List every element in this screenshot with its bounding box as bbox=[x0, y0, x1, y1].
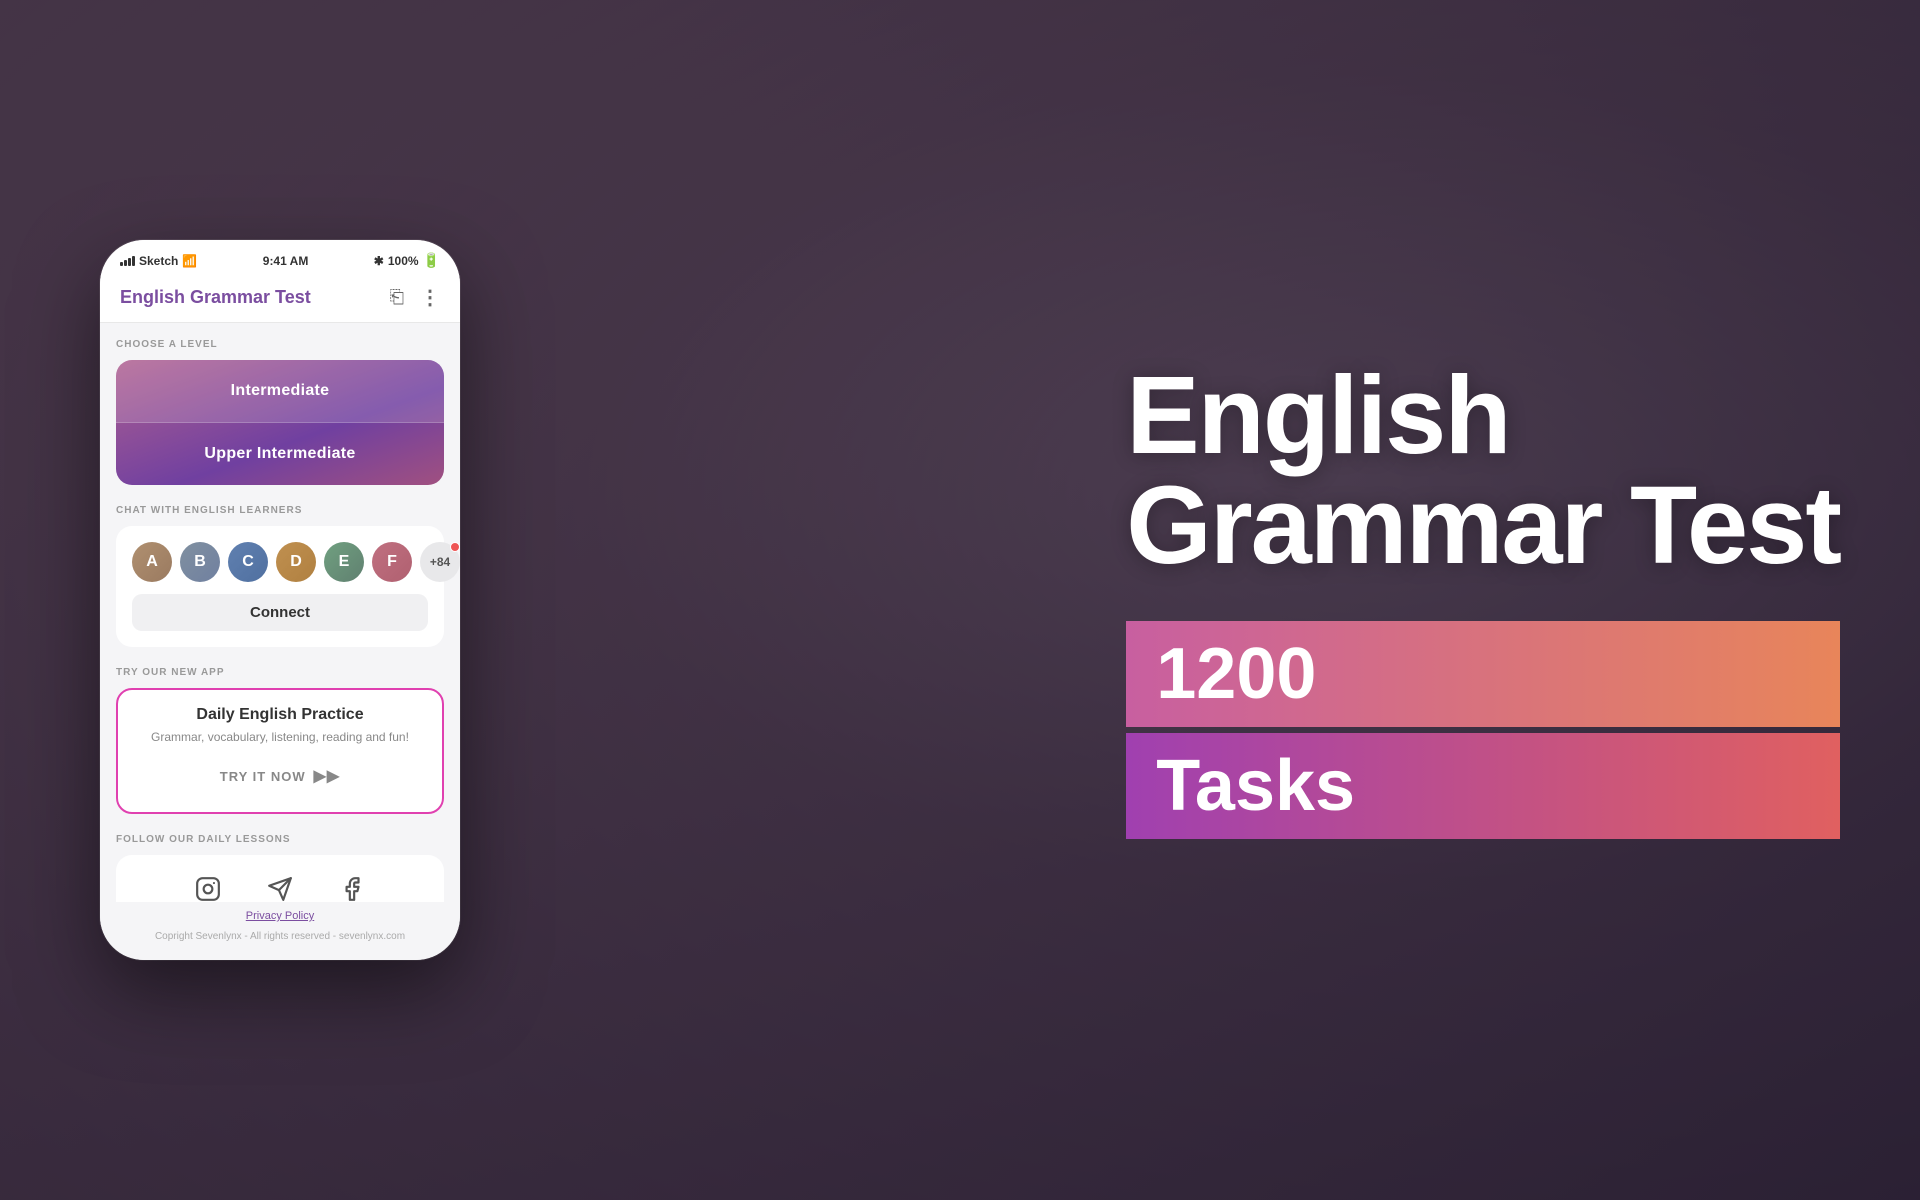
status-left: Sketch 📶 bbox=[120, 254, 197, 268]
follow-card bbox=[116, 855, 444, 902]
follow-label: FOLLOW OUR DAILY LESSONS bbox=[116, 834, 444, 845]
avatar-count: +84 bbox=[420, 542, 460, 582]
facebook-icon[interactable] bbox=[334, 871, 370, 902]
avatar-5: E bbox=[324, 542, 364, 582]
avatar-4: D bbox=[276, 542, 316, 582]
chat-card: A B C D E bbox=[116, 526, 444, 647]
status-right: ✱ 100% 🔋 bbox=[374, 252, 440, 269]
avatars-row: A B C D E bbox=[132, 542, 428, 582]
header-actions: ⎗ ⋮ bbox=[390, 285, 440, 310]
tasks-container: 1200 Tasks bbox=[1126, 621, 1840, 839]
right-panel: EnglishGrammar Test 1200 Tasks bbox=[1126, 361, 1840, 839]
app-header: English Grammar Test ⎗ ⋮ bbox=[100, 277, 460, 323]
chat-label: CHAT WITH ENGLISH LEARNERS bbox=[116, 505, 444, 516]
battery-label: 100% bbox=[388, 254, 419, 268]
avatar-6: F bbox=[372, 542, 412, 582]
promo-section: TRY OUR NEW APP Daily English Practice G… bbox=[116, 667, 444, 814]
level-card: Intermediate Upper Intermediate bbox=[116, 360, 444, 485]
phone-footer: Privacy Policy Copright Sevenlynx - All … bbox=[100, 902, 460, 960]
copyright-text: Copright Sevenlynx - All rights reserved… bbox=[155, 931, 405, 942]
more-icon[interactable]: ⋮ bbox=[420, 285, 440, 310]
status-bar: Sketch 📶 9:41 AM ✱ 100% 🔋 bbox=[100, 240, 460, 277]
privacy-policy-link[interactable]: Privacy Policy bbox=[116, 910, 444, 922]
chat-section: CHAT WITH ENGLISH LEARNERS A B C bbox=[116, 505, 444, 647]
promo-subtitle: Grammar, vocabulary, listening, reading … bbox=[134, 730, 426, 744]
battery-icon: 🔋 bbox=[423, 252, 440, 269]
play-icon: ▶▶ bbox=[314, 766, 341, 786]
choose-level-label: CHOOSE A LEVEL bbox=[116, 339, 444, 350]
phone: Sketch 📶 9:41 AM ✱ 100% 🔋 English Gramma… bbox=[100, 240, 460, 960]
status-time: 9:41 AM bbox=[263, 254, 309, 268]
intermediate-button[interactable]: Intermediate bbox=[116, 360, 444, 423]
telegram-icon[interactable] bbox=[262, 871, 298, 902]
promo-label: TRY OUR NEW APP bbox=[116, 667, 444, 678]
carrier-label: Sketch bbox=[139, 254, 178, 268]
avatar-1: A bbox=[132, 542, 172, 582]
phone-content: CHOOSE A LEVEL Intermediate Upper Interm… bbox=[100, 323, 460, 902]
follow-section: FOLLOW OUR DAILY LESSONS bbox=[116, 834, 444, 902]
signal-icon bbox=[120, 256, 135, 266]
tasks-number: 1200 bbox=[1126, 621, 1840, 727]
wifi-icon: 📶 bbox=[182, 254, 197, 268]
instagram-icon[interactable] bbox=[190, 871, 226, 902]
try-button[interactable]: TRY IT NOW ▶▶ bbox=[134, 756, 426, 796]
upper-intermediate-button[interactable]: Upper Intermediate bbox=[116, 423, 444, 485]
main-title: EnglishGrammar Test bbox=[1126, 361, 1840, 581]
online-indicator bbox=[450, 542, 460, 552]
share-icon[interactable]: ⎗ bbox=[390, 287, 404, 308]
tasks-label: Tasks bbox=[1126, 733, 1840, 839]
choose-level-section: CHOOSE A LEVEL Intermediate Upper Interm… bbox=[116, 339, 444, 485]
phone-mockup: Sketch 📶 9:41 AM ✱ 100% 🔋 English Gramma… bbox=[100, 240, 460, 960]
promo-title: Daily English Practice bbox=[134, 706, 426, 724]
connect-button[interactable]: Connect bbox=[132, 594, 428, 631]
avatar-3: C bbox=[228, 542, 268, 582]
promo-card: Daily English Practice Grammar, vocabula… bbox=[116, 688, 444, 814]
bluetooth-icon: ✱ bbox=[374, 254, 384, 268]
avatar-2: B bbox=[180, 542, 220, 582]
app-header-title: English Grammar Test bbox=[120, 287, 311, 308]
